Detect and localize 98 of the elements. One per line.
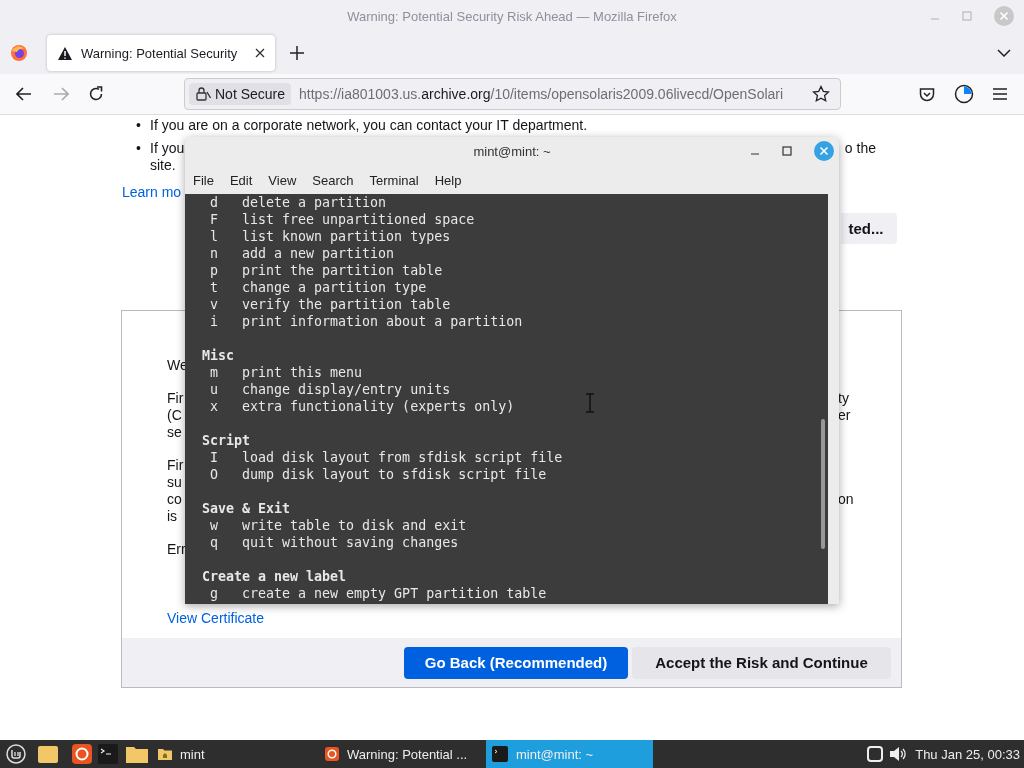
command-description: quit without saving changes	[242, 535, 459, 550]
command-key: u	[210, 381, 242, 398]
command-description: change a partition type	[242, 280, 427, 295]
details-text: is	[167, 508, 178, 525]
command-key: l	[210, 228, 242, 245]
command-description: print the partition table	[242, 263, 443, 278]
details-text: Fir	[167, 390, 184, 407]
command-description: write table to disk and exit	[242, 518, 467, 533]
back-icon[interactable]	[16, 87, 32, 101]
command-description: create a new empty GPT partition table	[242, 586, 547, 601]
menu-item[interactable]: View	[268, 172, 297, 188]
command-key: i	[210, 313, 242, 330]
command-description: add a new partition	[242, 246, 395, 261]
view-certificate-link[interactable]: View Certificate	[167, 610, 264, 626]
command-key: p	[210, 262, 242, 279]
url-text: https://ia801003.us.archive.org/10/items/opensolaris2009.06livecd/OpenSolari	[299, 86, 785, 102]
command-key: x	[210, 398, 242, 415]
command-description: load disk layout from sfdisk script file	[242, 450, 563, 465]
command-key: g	[210, 585, 242, 602]
lock-warning-icon	[195, 86, 211, 102]
folder-icon[interactable]	[38, 745, 58, 763]
close-icon[interactable]	[814, 141, 834, 161]
terminal-icon[interactable]	[98, 744, 118, 764]
mint-menu-icon[interactable]	[6, 744, 26, 764]
terminal-heading: Script	[202, 432, 252, 449]
volume-icon[interactable]	[889, 746, 908, 762]
command-description: list known partition types	[242, 229, 451, 244]
command-key: d	[210, 194, 242, 211]
command-key: O	[210, 466, 242, 483]
reload-icon[interactable]	[88, 86, 104, 102]
taskbar-window-button[interactable]: Warning: Potential ...	[319, 740, 486, 768]
command-description: extra functionality (experts only)	[242, 399, 515, 414]
address-bar[interactable]: Not Secure https://ia801003.us.archive.org/10/items/opensolaris2009.06livecd/OpenSolari	[184, 78, 841, 110]
pocket-icon[interactable]	[919, 86, 935, 102]
details-text: on	[838, 491, 854, 508]
menu-item[interactable]: Terminal	[369, 172, 419, 188]
window-title: mint@mint: ~	[473, 144, 551, 159]
close-tab-icon[interactable]	[255, 48, 265, 58]
bullet-text: If you are on a corporate network, you can contact your IT department.	[150, 117, 588, 134]
star-icon[interactable]	[812, 85, 830, 103]
bullet-text: If you	[150, 140, 185, 157]
command-key: t	[210, 279, 242, 296]
command-key: m	[210, 364, 242, 381]
chevron-down-icon[interactable]	[997, 49, 1011, 57]
browser-tab[interactable]: Warning: Potential Security	[47, 35, 275, 71]
text-cursor-icon	[585, 393, 595, 413]
command-key: q	[210, 534, 242, 551]
details-text: se	[167, 424, 182, 441]
menu-item[interactable]: Search	[312, 172, 354, 188]
command-key: I	[210, 449, 242, 466]
clock[interactable]: Thu Jan 25, 00:33	[915, 746, 1020, 762]
learn-more-link[interactable]: Learn mo	[122, 184, 182, 200]
browser-logo-icon[interactable]	[10, 44, 28, 62]
command-key: v	[210, 296, 242, 313]
details-text: Err	[167, 541, 186, 558]
command-key: w	[210, 517, 242, 534]
go-back-button[interactable]: Go Back (Recommended)	[404, 646, 628, 679]
bullet-text: o the	[844, 140, 876, 157]
terminal-heading: Create a new label	[202, 568, 348, 585]
details-text: ty	[838, 390, 849, 407]
accept-risk-button[interactable]: Accept the Risk and Continue	[632, 646, 891, 679]
warning-icon	[57, 45, 73, 61]
command-key: F	[210, 211, 242, 228]
menu-item[interactable]: Edit	[229, 172, 253, 188]
menu-item[interactable]: Help	[434, 172, 462, 188]
window-title: Warning: Potential Security Risk Ahead — Mozilla Firefox	[347, 8, 677, 24]
details-text: er	[838, 407, 851, 424]
command-description: dump disk layout to sfdisk script file	[242, 467, 547, 482]
bullet-marker: •	[136, 117, 141, 134]
advanced-button[interactable]: ted...	[841, 213, 897, 244]
details-text: su	[167, 474, 182, 491]
browser-logo-icon	[325, 747, 339, 761]
folder-icon	[158, 748, 172, 760]
new-tab-icon[interactable]	[290, 46, 304, 60]
command-description: print information about a partition	[242, 314, 523, 329]
command-description: change display/entry units	[242, 382, 451, 397]
not-secure-badge[interactable]: Not Secure	[189, 83, 292, 105]
taskbar-window-button[interactable]: mint	[152, 740, 319, 768]
menu-icon[interactable]	[993, 88, 1007, 100]
command-description: verify the partition table	[242, 297, 451, 312]
command-description: delete a partition	[242, 195, 387, 210]
command-description: list free unpartitioned space	[242, 212, 475, 227]
terminal-heading: Misc	[202, 347, 236, 364]
menu-item[interactable]: File	[193, 172, 214, 188]
bullet-text: site.	[150, 157, 176, 174]
command-description: print this menu	[242, 365, 363, 380]
folder-icon[interactable]	[126, 745, 148, 763]
maximize-icon[interactable]	[782, 146, 792, 156]
account-icon[interactable]	[954, 84, 974, 104]
bullet-marker: •	[136, 140, 141, 157]
terminal-heading: Save & Exit	[202, 500, 292, 517]
details-text: Fir	[167, 457, 184, 474]
details-text: co	[167, 491, 182, 508]
command-key: n	[210, 245, 242, 262]
window-icon[interactable]	[867, 746, 884, 762]
terminal-icon	[492, 746, 508, 762]
details-text: (C	[167, 407, 182, 424]
browser-logo-icon[interactable]	[72, 744, 92, 764]
